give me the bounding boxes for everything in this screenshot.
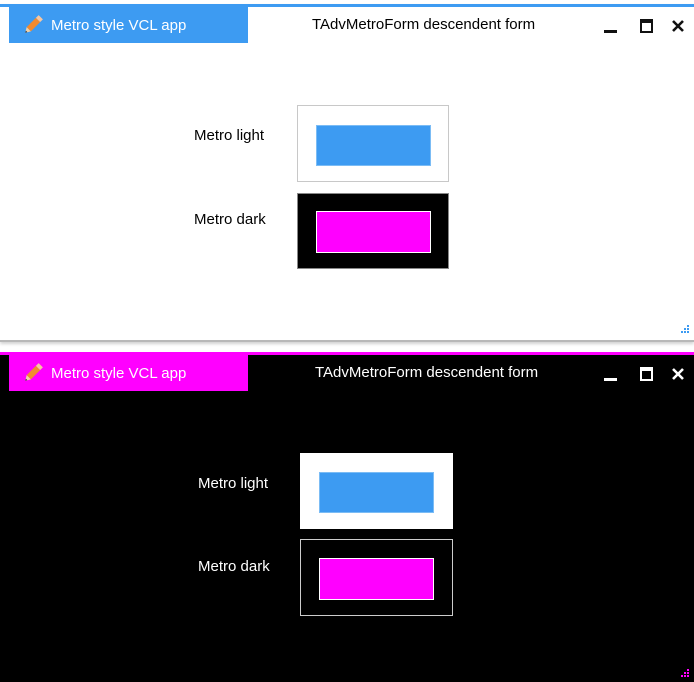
metro-light-sample[interactable] [297,105,449,182]
resize-grip-icon[interactable] [680,324,690,334]
app-tab[interactable]: Metro style VCL app [9,7,248,43]
metro-dark-label: Metro dark [194,211,266,228]
close-button[interactable] [666,14,690,38]
resize-grip-icon[interactable] [680,668,690,678]
metro-dark-window: Metro style VCL app TAdvMetroForm descen… [0,352,694,682]
metro-light-label: Metro light [198,475,269,492]
metro-light-window: Metro style VCL app TAdvMetroForm descen… [0,4,694,342]
metro-dark-sample[interactable] [297,193,449,269]
maximize-button[interactable] [634,362,658,386]
metro-dark-swatch [319,558,434,600]
metro-light-swatch [319,472,434,513]
pencil-icon [19,11,47,39]
minimize-button[interactable] [598,362,622,386]
metro-light-label: Metro light [194,127,265,144]
metro-light-sample[interactable] [300,453,453,529]
minimize-icon [603,377,617,381]
pencil-icon [19,359,47,387]
maximize-icon [639,19,653,33]
maximize-button[interactable] [634,14,658,38]
metro-dark-sample[interactable] [300,539,453,616]
form-title: TAdvMetroForm descendent form [312,16,536,33]
close-icon [672,20,684,32]
close-button[interactable] [666,362,690,386]
app-tab-label: Metro style VCL app [51,364,187,382]
app-tab[interactable]: Metro style VCL app [9,355,248,391]
minimize-button[interactable] [598,14,622,38]
metro-dark-swatch [316,211,431,253]
metro-light-swatch [316,125,431,166]
maximize-icon [639,367,653,381]
app-tab-label: Metro style VCL app [51,16,187,34]
close-icon [672,368,684,380]
minimize-icon [603,29,617,33]
form-title: TAdvMetroForm descendent form [315,364,539,381]
metro-dark-label: Metro dark [198,558,270,575]
